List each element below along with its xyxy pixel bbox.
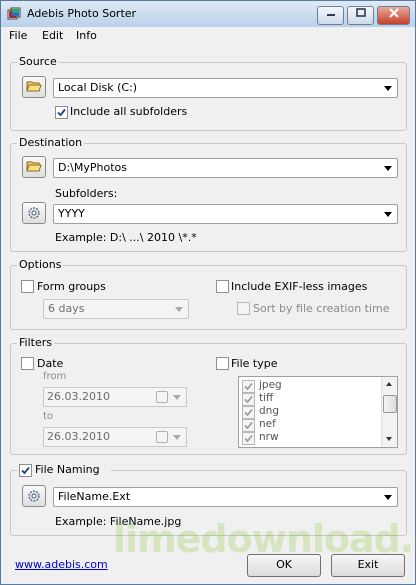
dropdown-arrow-icon — [384, 212, 392, 217]
ok-button[interactable]: OK — [247, 554, 321, 577]
source-drive-value: Local Disk (C:) — [58, 81, 138, 94]
date-filter-checkbox[interactable] — [21, 357, 34, 370]
include-subfolders-label: Include all subfolders — [70, 105, 188, 118]
file-type-item[interactable]: tiff — [242, 392, 382, 406]
menu-bar: File Edit Info — [1, 27, 415, 45]
source-drive-select[interactable]: Local Disk (C:) — [53, 78, 398, 98]
form-groups-checkbox[interactable] — [21, 280, 34, 293]
file-naming-settings-button[interactable] — [22, 485, 46, 507]
date-from-picker[interactable]: 26.03.2010 — [43, 387, 187, 407]
file-type-label: dng — [259, 405, 279, 417]
browse-destination-button[interactable] — [22, 156, 46, 178]
menu-file[interactable]: File — [9, 29, 27, 42]
options-group: Options Form groups 6 days Include EXIF-… — [10, 258, 407, 330]
file-type-list[interactable]: jpeg tiff dng nef nrw — [238, 376, 398, 448]
file-naming-pattern-value: FileName.Ext — [58, 490, 131, 503]
destination-legend: Destination — [17, 136, 85, 149]
exit-button[interactable]: Exit — [331, 554, 405, 577]
file-type-filter-checkbox[interactable] — [216, 357, 229, 370]
dropdown-arrow-icon — [384, 86, 392, 91]
file-type-label: nrw — [259, 431, 279, 443]
file-type-checkbox[interactable] — [242, 432, 255, 445]
close-button[interactable] — [377, 6, 410, 25]
date-to-picker[interactable]: 26.03.2010 — [43, 427, 187, 447]
destination-path-select[interactable]: D:\MyPhotos — [53, 158, 398, 178]
close-icon — [388, 8, 399, 21]
file-naming-label: File Naming — [35, 463, 100, 476]
filters-group: Filters Date from 26.03.2010 to 26.03.20… — [10, 336, 407, 455]
sort-by-creation-label: Sort by file creation time — [253, 302, 390, 315]
scroll-up-arrow-icon[interactable] — [386, 382, 392, 386]
subfolders-settings-button[interactable] — [22, 202, 46, 224]
menu-info[interactable]: Info — [76, 29, 97, 42]
file-type-scrollbar[interactable] — [381, 377, 397, 447]
menu-edit[interactable]: Edit — [42, 29, 63, 42]
browse-source-button[interactable] — [22, 76, 46, 98]
subfolders-label: Subfolders: — [55, 187, 118, 200]
minimize-icon — [326, 8, 336, 21]
file-type-item[interactable]: nrw — [242, 431, 382, 445]
maximize-icon — [355, 8, 366, 21]
file-type-item[interactable]: jpeg — [242, 379, 382, 393]
window-title: Adebis Photo Sorter — [27, 7, 137, 20]
subfolders-pattern-value: YYYY — [58, 207, 85, 220]
destination-example: Example: D:\ ...\ 2010 \*.* — [55, 231, 197, 244]
checkmark-icon — [244, 395, 253, 404]
file-type-item[interactable]: nef — [242, 418, 382, 432]
date-to-label: to — [43, 411, 54, 422]
app-icon — [7, 7, 21, 21]
include-exif-less-label: Include EXIF-less images — [231, 280, 368, 293]
date-from-value: 26.03.2010 — [47, 390, 110, 403]
app-window: Adebis Photo Sorter File Edit Info Sourc… — [0, 0, 416, 585]
file-naming-pattern-select[interactable]: FileName.Ext — [53, 487, 398, 507]
dropdown-arrow-icon — [384, 495, 392, 500]
scroll-down-arrow-icon[interactable] — [386, 437, 392, 441]
destination-path-value: D:\MyPhotos — [58, 161, 127, 174]
checkmark-icon — [244, 382, 253, 391]
calendar-icon — [156, 391, 168, 403]
sort-by-creation-checkbox[interactable] — [237, 302, 250, 315]
date-filter-label: Date — [37, 357, 64, 370]
source-group: Source Local Disk (C:) Include all subfo… — [10, 55, 407, 131]
options-legend: Options — [17, 258, 64, 271]
file-type-filter-label: File type — [231, 357, 278, 370]
include-exif-less-checkbox[interactable] — [216, 280, 229, 293]
form-groups-label: Form groups — [37, 280, 106, 293]
group-interval-select[interactable]: 6 days — [43, 299, 189, 319]
file-type-label: nef — [259, 418, 276, 430]
checkmark-icon — [244, 434, 253, 443]
checkmark-icon — [244, 421, 253, 430]
calendar-icon — [156, 431, 168, 443]
minimize-button[interactable] — [317, 6, 344, 25]
dropdown-arrow-icon — [173, 435, 181, 440]
website-link[interactable]: www.adebis.com — [15, 558, 108, 571]
file-type-label: jpeg — [259, 379, 282, 391]
file-naming-checkbox[interactable] — [19, 464, 32, 477]
filters-legend: Filters — [17, 336, 54, 349]
dropdown-arrow-icon — [175, 307, 183, 312]
date-to-value: 26.03.2010 — [47, 430, 110, 443]
file-type-label: tiff — [259, 392, 274, 404]
date-from-label: from — [43, 371, 67, 382]
maximize-button[interactable] — [347, 6, 374, 25]
checkmark-icon — [244, 408, 253, 417]
file-naming-legend: File Naming — [17, 463, 111, 477]
checkmark-icon — [57, 108, 66, 117]
destination-group: Destination D:\MyPhotos Subfolders: YYYY… — [10, 136, 407, 252]
title-bar[interactable]: Adebis Photo Sorter — [1, 1, 415, 27]
group-interval-value: 6 days — [48, 302, 85, 315]
include-subfolders-checkbox[interactable] — [55, 106, 68, 119]
source-legend: Source — [17, 55, 59, 68]
file-type-item[interactable]: dng — [242, 405, 382, 419]
subfolders-pattern-select[interactable]: YYYY — [53, 204, 398, 224]
dropdown-arrow-icon — [173, 395, 181, 400]
scroll-thumb[interactable] — [383, 395, 397, 413]
dropdown-arrow-icon — [384, 166, 392, 171]
checkmark-icon — [21, 466, 30, 475]
